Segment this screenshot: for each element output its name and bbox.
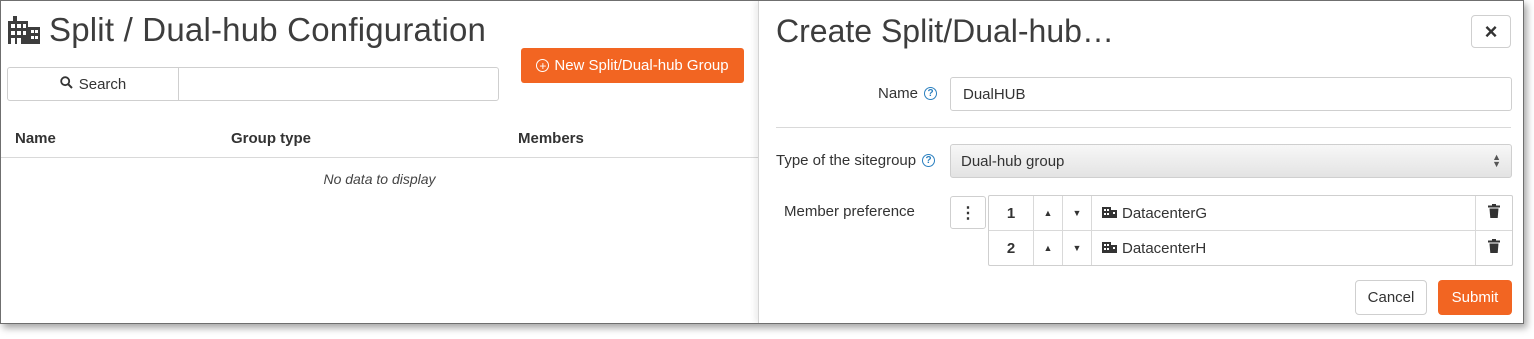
member-name: DatacenterG [1122,204,1208,222]
search-button[interactable]: Search [8,68,179,100]
member-name-cell: DatacenterH [1092,231,1476,265]
search-icon [60,75,73,93]
caret-up-icon: ▲ [1043,208,1053,218]
table-header: Name Group type Members [1,121,758,158]
help-icon[interactable]: ? [922,154,936,167]
kebab-icon: ⋮ [960,204,976,222]
trash-icon [1488,203,1500,223]
type-label: Type of the sitegroup ? [776,152,936,169]
delete-member-button[interactable] [1476,231,1512,265]
column-header-members[interactable]: Members [518,130,584,147]
move-down-button[interactable]: ▼ [1063,196,1092,230]
move-down-button[interactable]: ▼ [1063,231,1092,265]
building-icon [7,15,41,45]
new-group-button-label: New Split/Dual-hub Group [554,57,729,74]
sitegroup-type-select[interactable]: Dual-hub group ▲ ▼ [950,144,1512,178]
delete-member-button[interactable] [1476,196,1512,230]
caret-down-icon: ▼ [1072,208,1082,218]
building-icon [1102,205,1117,222]
search-bar: Search [7,67,499,101]
column-header-name[interactable]: Name [15,130,56,147]
create-group-dialog: Create Split/Dual-hub… × Name ? Type of … [758,1,1523,323]
member-order: 1 [989,196,1034,230]
move-up-button[interactable]: ▲ [1034,231,1063,265]
app-window: Split / Dual-hub Configuration Search + … [0,0,1524,324]
cancel-button[interactable]: Cancel [1355,280,1427,315]
submit-button[interactable]: Submit [1438,280,1512,315]
column-header-group-type[interactable]: Group type [231,130,311,147]
name-field[interactable] [950,77,1512,111]
member-preference-label: Member preference [784,203,915,220]
type-label-text: Type of the sitegroup [776,152,917,169]
member-name: DatacenterH [1122,239,1207,257]
dialog-title: Create Split/Dual-hub… [776,13,1114,49]
name-label-text: Name [878,85,919,102]
search-input[interactable] [179,68,498,100]
sitegroup-type-value: Dual-hub group [961,152,1065,170]
help-icon[interactable]: ? [924,87,938,100]
member-row: 2 ▲ ▼ DatacenterH [989,231,1512,265]
move-up-button[interactable]: ▲ [1034,196,1063,230]
trash-icon [1488,238,1500,258]
building-icon [1102,240,1117,257]
new-group-button[interactable]: + New Split/Dual-hub Group [521,48,744,83]
name-label: Name ? [878,85,938,102]
select-arrows-icon: ▲ ▼ [1492,152,1501,169]
empty-table-message: No data to display [323,171,436,187]
page-title-text: Split / Dual-hub Configuration [49,11,487,48]
page-title: Split / Dual-hub Configuration [7,11,486,49]
member-row: 1 ▲ ▼ DatacenterG [989,196,1512,231]
group-list-panel: Split / Dual-hub Configuration Search + … [1,1,758,323]
close-icon: × [1484,18,1498,44]
search-button-label: Search [78,75,127,93]
caret-down-icon: ▼ [1072,243,1082,253]
member-options-button[interactable]: ⋮ [950,196,986,229]
member-name-cell: DatacenterG [1092,196,1476,230]
plus-circle-icon: + [536,59,550,72]
divider [776,127,1511,128]
close-button[interactable]: × [1471,15,1511,48]
caret-up-icon: ▲ [1043,243,1053,253]
member-order: 2 [989,231,1034,265]
member-preference-table: 1 ▲ ▼ DatacenterG 2 ▲ ▼ DatacenterH [988,195,1513,266]
